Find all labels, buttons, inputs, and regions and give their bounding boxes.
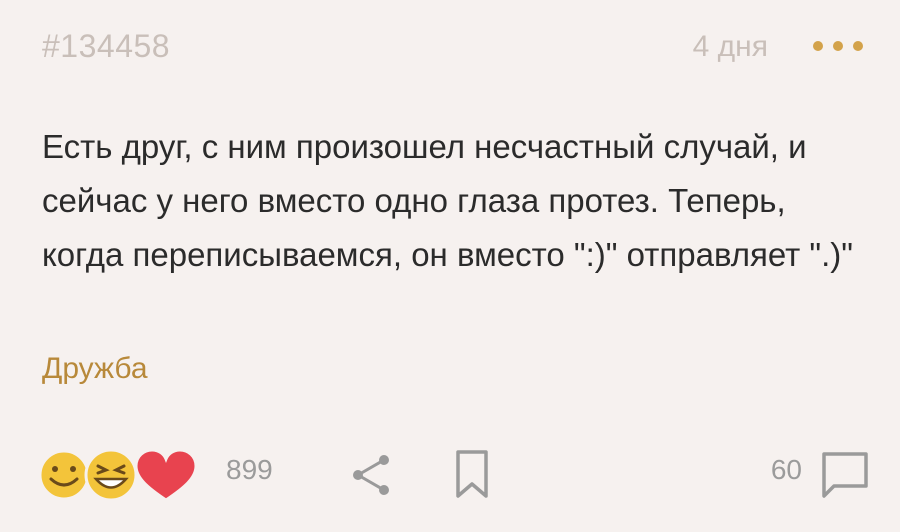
post-text: Есть друг, с ним произошел несчастный сл…	[42, 128, 854, 273]
action-bar: 899 60	[0, 440, 900, 510]
bookmark-button[interactable]	[452, 448, 492, 502]
more-dots-icon	[813, 41, 863, 51]
bookmark-icon	[456, 450, 488, 498]
laugh-emoji-icon	[84, 448, 138, 502]
smile-emoji-icon	[38, 449, 90, 501]
comment-count: 60	[770, 454, 802, 485]
comments-button[interactable]	[818, 448, 872, 502]
more-button[interactable]	[810, 32, 866, 60]
post-id: #134458	[42, 28, 171, 64]
share-icon	[353, 455, 389, 495]
reaction-count: 899	[226, 454, 273, 485]
heart-icon	[134, 448, 198, 502]
post-time: 4 дня	[692, 30, 768, 63]
comment-icon	[822, 452, 868, 498]
reactions-button[interactable]	[36, 446, 206, 504]
post-card: #134458 4 дня Есть друг, с ним произошел…	[0, 0, 900, 532]
tag-link[interactable]: Дружба	[42, 352, 148, 386]
share-button[interactable]	[346, 450, 396, 500]
